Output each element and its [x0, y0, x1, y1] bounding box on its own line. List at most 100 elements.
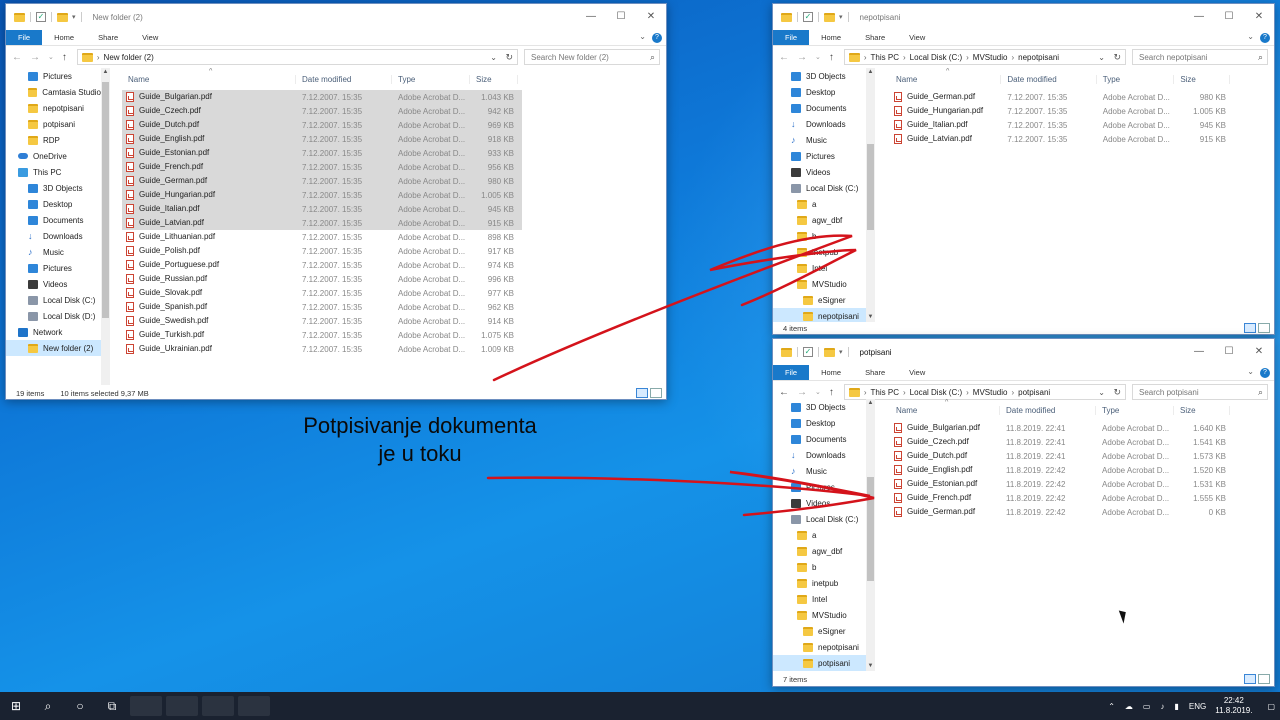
sidebar-item[interactable]: b: [773, 559, 866, 575]
sidebar-item[interactable]: Videos: [6, 276, 101, 292]
column-header-type[interactable]: Type: [392, 74, 470, 84]
breadcrumb-this-pc[interactable]: This PC: [871, 388, 899, 397]
sidebar-item[interactable]: Desktop: [773, 415, 866, 431]
start-button[interactable]: ⊞: [0, 692, 32, 720]
scroll-up-icon[interactable]: ▲: [866, 68, 875, 77]
minimize-button[interactable]: —: [1184, 339, 1214, 365]
tab-home[interactable]: Home: [809, 365, 853, 380]
file-row[interactable]: Guide_Polish.pdf 7.12.2007. 15:35 Adobe Ac…: [122, 244, 522, 258]
battery-icon[interactable]: ▮: [1174, 702, 1178, 711]
chevron-down-icon[interactable]: ⌄: [1098, 388, 1105, 397]
file-row[interactable]: Guide_Bulgarian.pdf 7.12.2007. 15:35 Adobe…: [122, 90, 522, 104]
sidebar-item[interactable]: potpisani: [773, 655, 866, 671]
navigation-scrollbar[interactable]: ▲ ▼: [866, 68, 875, 322]
up-icon[interactable]: ↑: [829, 52, 834, 63]
breadcrumb-mvstudio[interactable]: MVStudio: [973, 388, 1008, 397]
file-row[interactable]: Guide_Latvian.pdf 7.12.2007. 15:35 Adobe A…: [890, 132, 1230, 146]
back-icon[interactable]: ←: [779, 52, 789, 63]
sidebar-item[interactable]: 3D Objects: [773, 399, 866, 415]
sidebar-item[interactable]: agw_dbf: [773, 543, 866, 559]
language-indicator[interactable]: ENG: [1189, 702, 1206, 711]
sidebar-item[interactable]: Intel: [773, 260, 866, 276]
sidebar-item[interactable]: ♪ Music: [773, 132, 866, 148]
tab-file[interactable]: File: [6, 30, 43, 45]
tab-view[interactable]: View: [897, 365, 937, 380]
details-view-icon[interactable]: [1244, 674, 1256, 684]
title-bar[interactable]: ✓ ▾ New folder (2) — ☐ ✕: [6, 4, 666, 30]
tab-view[interactable]: View: [897, 30, 937, 45]
sidebar-item[interactable]: Local Disk (C:): [773, 511, 866, 527]
sidebar-item[interactable]: Videos: [773, 164, 866, 180]
scroll-down-icon[interactable]: ▼: [866, 662, 875, 671]
taskbar-app[interactable]: [238, 696, 270, 716]
file-row[interactable]: Guide_German.pdf 7.12.2007. 15:35 Adobe Ac…: [122, 174, 522, 188]
help-icon[interactable]: ?: [1260, 33, 1270, 43]
sidebar-item[interactable]: ↓ Downloads: [773, 116, 866, 132]
sidebar-item[interactable]: Documents: [773, 431, 866, 447]
column-header-size[interactable]: Size: [1174, 405, 1230, 415]
network-icon[interactable]: ▭: [1143, 702, 1151, 711]
tab-home[interactable]: Home: [42, 30, 86, 45]
address-bar[interactable]: › New folder (2) ⌄ ↻: [76, 49, 518, 65]
quick-access-dropdown-icon[interactable]: ▾: [72, 13, 76, 21]
file-row[interactable]: Guide_English.pdf 7.12.2007. 15:35 Adobe A…: [122, 132, 522, 146]
sidebar-item[interactable]: Videos: [773, 495, 866, 511]
chevron-down-icon[interactable]: ⌄: [490, 53, 497, 62]
file-row[interactable]: Guide_Hungarian.pdf 7.12.2007. 15:35 Adobe…: [122, 188, 522, 202]
file-row[interactable]: Guide_French.pdf 7.12.2007. 15:35 Adobe Ac…: [122, 160, 522, 174]
file-row[interactable]: Guide_Estonian.pdf 11.8.2019. 22:42 Adobe …: [890, 477, 1230, 491]
sidebar-item[interactable]: Desktop: [773, 84, 866, 100]
properties-icon[interactable]: ✓: [803, 347, 813, 357]
sidebar-item[interactable]: Pictures: [6, 68, 101, 84]
breadcrumb-mvstudio[interactable]: MVStudio: [973, 53, 1008, 62]
file-row[interactable]: Guide_German.pdf 11.8.2019. 22:42 Adobe Ac…: [890, 505, 1230, 519]
sidebar-item[interactable]: Pictures: [773, 148, 866, 164]
forward-icon[interactable]: →: [797, 52, 807, 63]
forward-icon[interactable]: →: [797, 387, 807, 398]
sidebar-item[interactable]: Network: [6, 324, 101, 340]
tab-share[interactable]: Share: [853, 365, 897, 380]
column-header-date[interactable]: Date modified: [1000, 405, 1096, 415]
clock[interactable]: 22:42 11.8.2019.: [1215, 696, 1252, 716]
file-row[interactable]: Guide_Spanish.pdf 7.12.2007. 15:35 Adobe A…: [122, 300, 522, 314]
new-folder-icon[interactable]: [824, 12, 835, 22]
sidebar-item[interactable]: RDP: [6, 132, 101, 148]
sidebar-item[interactable]: potpisani: [6, 116, 101, 132]
breadcrumb-local-disk[interactable]: Local Disk (C:): [910, 53, 962, 62]
scrollbar-thumb[interactable]: [867, 477, 874, 581]
up-icon[interactable]: ↑: [62, 52, 67, 63]
tab-file[interactable]: File: [773, 30, 810, 45]
sidebar-item[interactable]: inetpub: [773, 244, 866, 260]
breadcrumb-local-disk[interactable]: Local Disk (C:): [910, 388, 962, 397]
sidebar-item[interactable]: MVStudio: [773, 276, 866, 292]
sidebar-item[interactable]: Desktop: [6, 196, 101, 212]
file-row[interactable]: Guide_Russian.pdf 7.12.2007. 15:35 Adobe A…: [122, 272, 522, 286]
column-header-name[interactable]: Name: [890, 74, 1002, 84]
refresh-icon[interactable]: ↻: [505, 52, 513, 63]
refresh-icon[interactable]: ↻: [1113, 52, 1121, 63]
quick-access-dropdown-icon[interactable]: ▾: [839, 13, 843, 21]
maximize-button[interactable]: ☐: [1214, 4, 1244, 30]
file-row[interactable]: Guide_German.pdf 7.12.2007. 15:35 Adobe Ac…: [890, 90, 1230, 104]
sidebar-item[interactable]: 3D Objects: [773, 68, 866, 84]
back-icon[interactable]: ←: [779, 387, 789, 398]
tab-file[interactable]: File: [773, 365, 810, 380]
sidebar-item[interactable]: MVStudio: [773, 607, 866, 623]
taskbar-app[interactable]: [166, 696, 198, 716]
address-bar[interactable]: › This PC › Local Disk (C:) › MVStudio ›…: [843, 49, 1126, 65]
search-input[interactable]: Search New folder (2) ⌕: [524, 49, 660, 65]
sidebar-item[interactable]: nepotpisani: [6, 100, 101, 116]
column-header-date[interactable]: Date modified: [296, 74, 392, 84]
properties-icon[interactable]: ✓: [803, 12, 813, 22]
recent-locations-icon[interactable]: ⌄: [815, 53, 821, 61]
sidebar-item[interactable]: nepotpisani: [773, 639, 866, 655]
file-row[interactable]: Guide_Czech.pdf 7.12.2007. 15:35 Adobe Acr…: [122, 104, 522, 118]
column-header-name[interactable]: Name: [890, 405, 1000, 415]
help-icon[interactable]: ?: [1260, 368, 1270, 378]
column-header-size[interactable]: Size: [1174, 74, 1230, 84]
file-row[interactable]: Guide_Turkish.pdf 7.12.2007. 15:35 Adobe A…: [122, 328, 522, 342]
properties-icon[interactable]: ✓: [36, 12, 46, 22]
expand-ribbon-icon[interactable]: ⌄: [1247, 32, 1254, 41]
sidebar-item[interactable]: a: [773, 527, 866, 543]
file-row[interactable]: Guide_Italian.pdf 7.12.2007. 15:35 Adobe A…: [122, 202, 522, 216]
